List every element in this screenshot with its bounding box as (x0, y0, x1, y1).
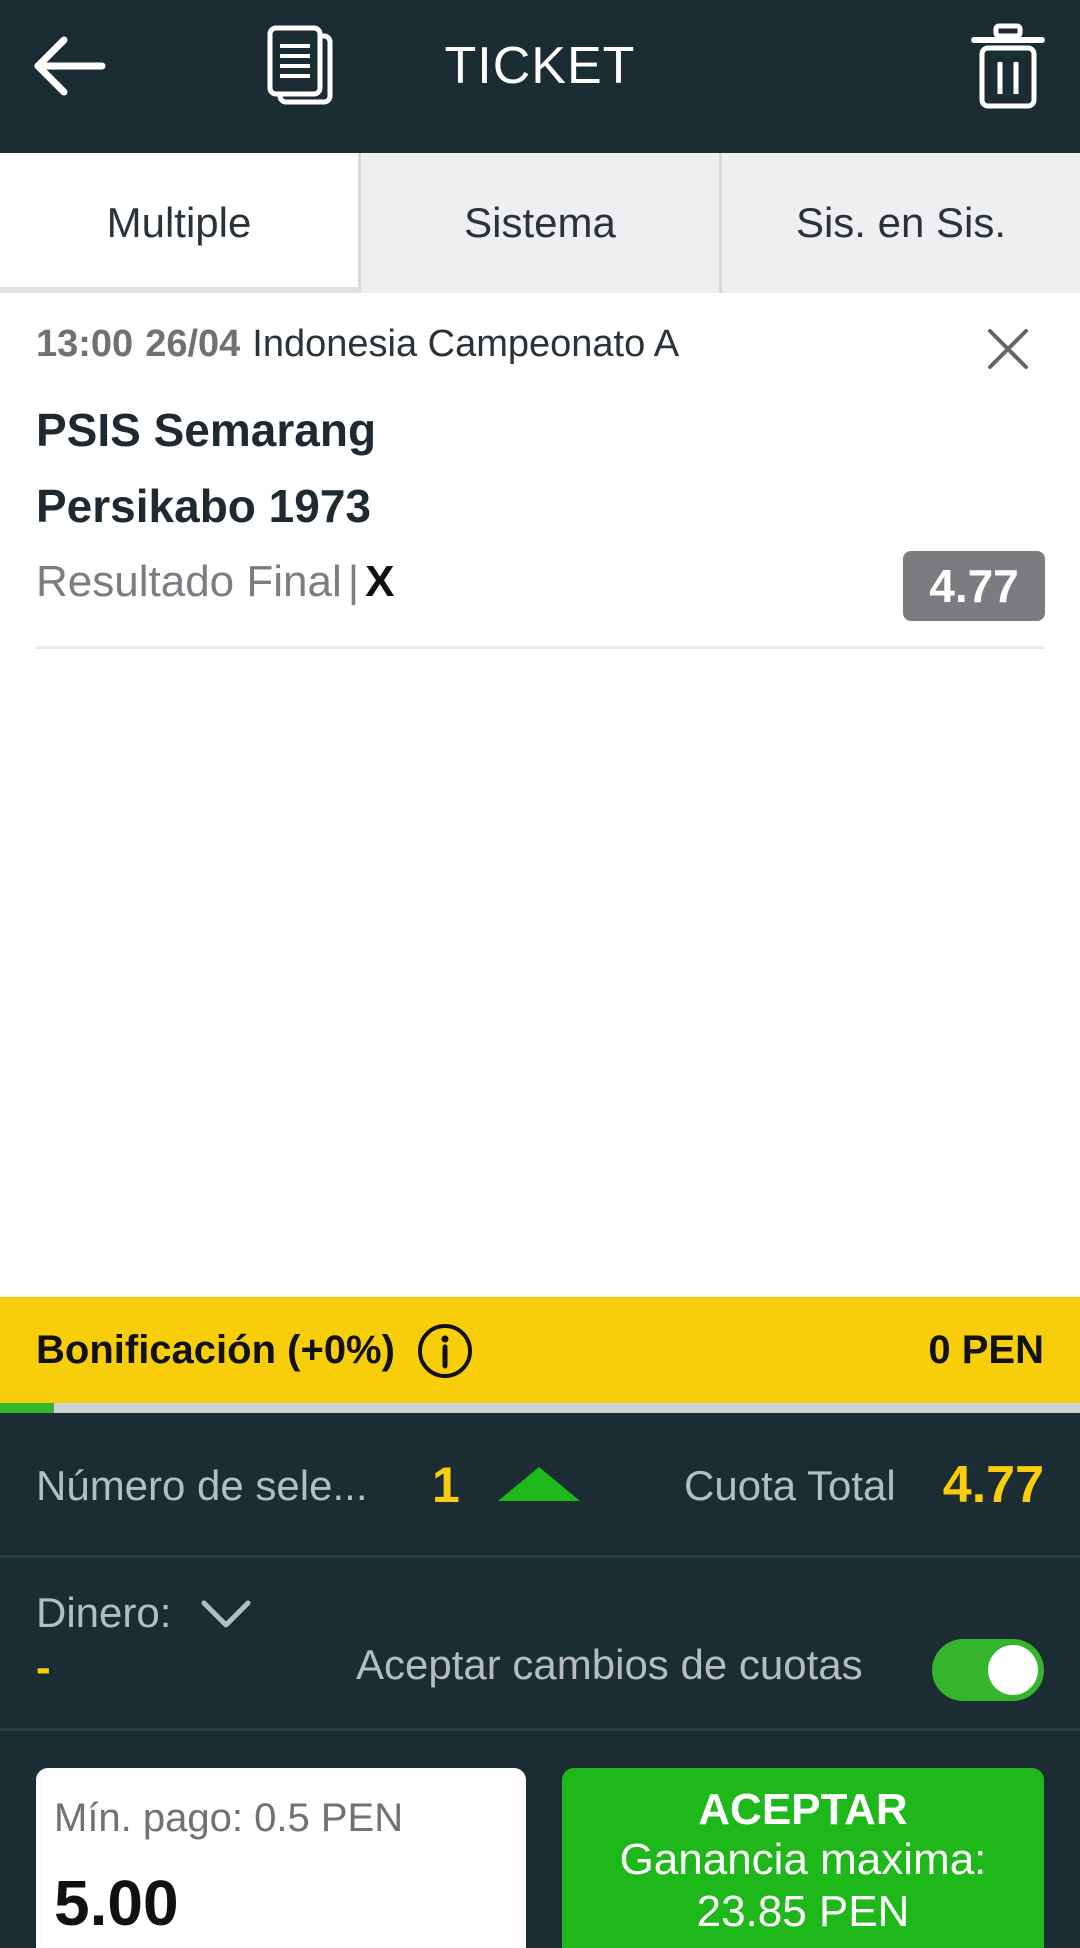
bonus-progress-fill (0, 1403, 54, 1413)
event-league: Indonesia Campeonato A (252, 323, 680, 365)
close-icon[interactable] (984, 325, 1032, 373)
market-pick: X (365, 557, 395, 606)
tab-multiple[interactable]: Multiple (0, 153, 361, 293)
money-value: - (36, 1643, 51, 1692)
max-gain-label: Ganancia maxima: (619, 1835, 987, 1884)
accept-odds-changes-toggle[interactable] (932, 1639, 1044, 1701)
bonus-label: Bonificación (+0%) (36, 1328, 395, 1372)
bonus-amount: 0 PEN (928, 1328, 1044, 1372)
bonus-bar: Bonificación (+0%) 0 PEN (0, 1297, 1080, 1403)
accept-button-label: ACEPTAR (698, 1785, 908, 1834)
total-odds-label: Cuota Total (684, 1462, 896, 1509)
toggle-knob (988, 1645, 1038, 1695)
expand-up-icon[interactable] (496, 1465, 582, 1503)
event-time: 13:00 (36, 323, 134, 365)
stake-box[interactable]: Mín. pago: 0.5 PEN (36, 1768, 526, 1948)
trash-icon[interactable] (970, 22, 1046, 110)
stake-min-label: Mín. pago: 0.5 PEN (54, 1796, 404, 1840)
market-separator: | (347, 557, 360, 606)
event-meta: 13:00 26/04 Indonesia Campeonato A (36, 323, 679, 366)
stake-input[interactable] (54, 1866, 504, 1940)
bet-type-tabs: Multiple Sistema Sis. en Sis. (0, 153, 1080, 293)
market-line: Resultado Final | X (36, 557, 395, 607)
market-name: Resultado Final (36, 557, 342, 606)
top-bar: TICKET (0, 0, 1080, 153)
total-odds-value: 4.77 (942, 1456, 1044, 1514)
money-row: Dinero: - Aceptar cambios de cuotas (0, 1561, 1080, 1731)
selections-label: Número de sele... (36, 1462, 368, 1509)
team-away: Persikabo 1973 (36, 480, 372, 532)
bonus-progress (0, 1403, 1080, 1413)
bet-selection-card: 13:00 26/04 Indonesia Campeonato A PSIS Se… (36, 293, 1045, 649)
event-date: 26/04 (145, 323, 241, 365)
selections-row[interactable]: Número de sele... 1 Cuota Total 4.77 (0, 1413, 1080, 1558)
money-label[interactable]: Dinero: (36, 1589, 171, 1637)
max-gain-value: 23.85 PEN (696, 1887, 910, 1936)
page-title: TICKET (444, 37, 636, 95)
chevron-down-icon[interactable] (200, 1599, 252, 1631)
accept-button[interactable]: ACEPTAR Ganancia maxima: 23.85 PEN (562, 1768, 1044, 1948)
tab-sistema[interactable]: Sistema (361, 153, 722, 293)
tab-sis-en-sis[interactable]: Sis. en Sis. (722, 153, 1080, 293)
odds-badge: 4.77 (903, 551, 1045, 621)
selections-count: 1 (432, 1457, 460, 1513)
ticket-summary: Número de sele... 1 Cuota Total 4.77 Din… (0, 1413, 1080, 1948)
info-icon[interactable] (416, 1322, 474, 1380)
team-home: PSIS Semarang (36, 404, 377, 456)
accept-odds-changes-label: Aceptar cambios de cuotas (356, 1641, 863, 1688)
